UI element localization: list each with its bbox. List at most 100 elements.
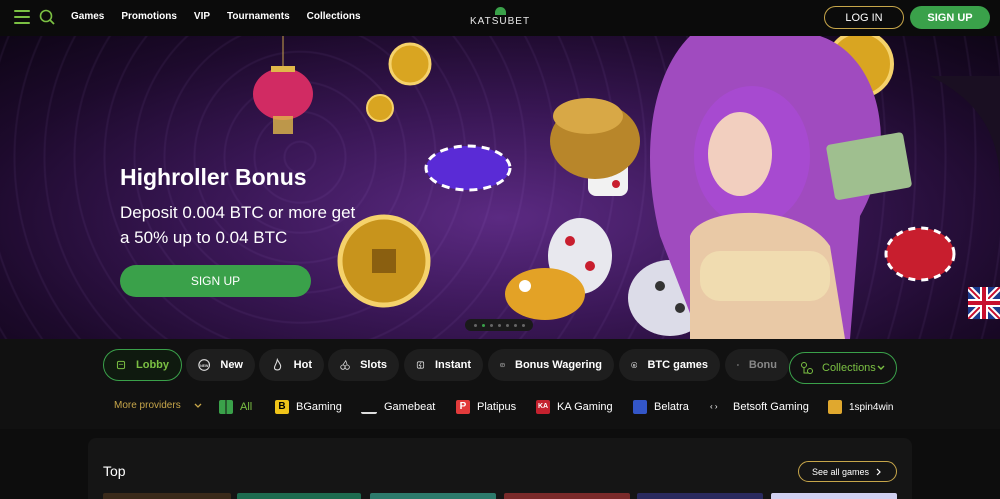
- category-label: New: [220, 359, 243, 371]
- logo[interactable]: KATSUBET: [470, 7, 530, 29]
- category-bonus-wagering[interactable]: Bonus Wagering: [488, 349, 614, 381]
- provider-label: Belatra: [654, 401, 689, 413]
- category-label: Slots: [360, 359, 387, 371]
- category-label: Bonu: [748, 359, 777, 371]
- hero-subtitle: Deposit 0.004 BTC or more get a 50% up t…: [120, 203, 356, 247]
- collections-dropdown[interactable]: Collections: [789, 352, 897, 384]
- provider-label: 1spin4win: [849, 401, 894, 413]
- carousel-dot[interactable]: [473, 323, 477, 327]
- carousel-dot[interactable]: [513, 323, 517, 327]
- casino-chip-icon: [884, 226, 956, 282]
- provider-ka-gaming[interactable]: KA KA Gaming: [536, 400, 613, 414]
- provider-label: KA Gaming: [557, 401, 613, 413]
- provider-label: BGaming: [296, 401, 342, 413]
- instant-icon: [416, 361, 425, 369]
- category-bonus[interactable]: Bonu: [725, 349, 789, 381]
- category-label: Bonus Wagering: [515, 359, 602, 371]
- game-thumbnail[interactable]: [370, 493, 496, 499]
- hero-title: Highroller Bonus: [120, 164, 307, 190]
- game-thumbnail[interactable]: [103, 493, 231, 499]
- carousel-dot[interactable]: [505, 323, 509, 327]
- grid-icon: [219, 400, 233, 414]
- category-btc-games[interactable]: B BTC games: [619, 349, 720, 381]
- section-title: Top: [103, 463, 126, 479]
- svg-text:B: B: [633, 363, 636, 367]
- provider-betsoft[interactable]: ‹ › Betsoft Gaming: [710, 400, 809, 414]
- collections-label: Collections: [822, 362, 876, 374]
- more-providers-label: More providers: [114, 400, 181, 411]
- provider-all[interactable]: All: [219, 400, 252, 414]
- uk-flag-icon[interactable]: [968, 287, 1000, 319]
- hero-signup-button[interactable]: SIGN UP: [120, 265, 311, 297]
- chevron-right-icon: [876, 468, 881, 475]
- belatra-logo-icon: [633, 400, 647, 414]
- gold-coin-icon: [366, 94, 394, 122]
- category-label: Hot: [293, 359, 312, 371]
- collections-icon: [801, 362, 813, 374]
- provider-label: Platipus: [477, 401, 517, 413]
- top-games-section: [88, 438, 912, 499]
- more-providers-dropdown[interactable]: More providers: [114, 400, 203, 411]
- menu-icon[interactable]: [14, 10, 30, 24]
- carousel-dot[interactable]: [481, 323, 485, 327]
- dragon-silhouette-illustration: [930, 76, 1000, 186]
- provider-label: Betsoft Gaming: [733, 401, 809, 413]
- logo-mark-icon: [495, 7, 506, 15]
- see-all-games-button[interactable]: See all games: [798, 461, 897, 482]
- platipus-logo-icon: P: [456, 400, 470, 414]
- golden-basket-icon: [550, 98, 640, 179]
- game-thumbnail[interactable]: [504, 493, 630, 499]
- carousel-dot[interactable]: [489, 323, 493, 327]
- carousel-dots: [465, 319, 533, 331]
- chevron-down-icon: [877, 365, 885, 370]
- provider-belatra[interactable]: Belatra: [633, 400, 689, 414]
- category-slots[interactable]: Slots: [328, 349, 399, 381]
- chevron-down-icon: [194, 403, 202, 408]
- carousel-dot[interactable]: [497, 323, 501, 327]
- new-badge-icon: NEW: [198, 359, 211, 371]
- provider-gamebeat[interactable]: Gamebeat: [361, 400, 435, 414]
- provider-label: Gamebeat: [384, 401, 436, 413]
- provider-1spin4win[interactable]: 1spin4win: [828, 400, 896, 414]
- bgaming-logo-icon: B: [275, 400, 289, 414]
- carousel-dot[interactable]: [521, 323, 525, 327]
- login-button[interactable]: LOG IN: [824, 6, 904, 29]
- provider-label: All: [240, 401, 253, 413]
- nav-tournaments[interactable]: Tournaments: [227, 11, 290, 22]
- wagering-icon: [500, 362, 505, 368]
- gamebeat-logo-icon: [361, 400, 377, 414]
- category-new[interactable]: NEW New: [186, 349, 255, 381]
- logo-text: KATSUBET: [470, 16, 531, 27]
- hero-banner: Highroller Bonus Deposit 0.004 BTC or mo…: [0, 36, 1000, 339]
- category-label: Lobby: [136, 359, 169, 371]
- category-lobby[interactable]: Lobby: [103, 349, 182, 381]
- game-thumbnail[interactable]: [637, 493, 763, 499]
- nav-promotions[interactable]: Promotions: [121, 11, 177, 22]
- svg-text:NEW: NEW: [200, 364, 209, 368]
- category-label: BTC games: [647, 359, 708, 371]
- search-icon[interactable]: [39, 9, 55, 25]
- signup-button[interactable]: SIGN UP: [910, 6, 990, 29]
- gift-icon: [737, 364, 739, 366]
- category-instant[interactable]: Instant: [404, 349, 483, 381]
- lantern-icon: [253, 36, 313, 134]
- category-hot[interactable]: Hot: [259, 349, 324, 381]
- bitcoin-icon: B: [631, 361, 638, 369]
- betsoft-logo-icon: ‹ ›: [710, 402, 718, 411]
- main-nav: Games Promotions VIP Tournaments Collect…: [71, 11, 378, 22]
- provider-bgaming[interactable]: B BGaming: [275, 400, 342, 414]
- game-thumbnail[interactable]: [771, 493, 897, 499]
- ka-gaming-logo-icon: KA: [536, 400, 550, 414]
- category-label: Instant: [434, 359, 471, 371]
- gold-coin-icon: [388, 42, 432, 86]
- provider-platipus[interactable]: P Platipus: [456, 400, 516, 414]
- nav-vip[interactable]: VIP: [194, 11, 210, 22]
- lobby-icon: [116, 360, 126, 370]
- game-thumbnail[interactable]: [237, 493, 361, 499]
- nav-games[interactable]: Games: [71, 11, 104, 22]
- nav-collections[interactable]: Collections: [307, 11, 361, 22]
- see-all-label: See all games: [811, 466, 870, 477]
- golden-fish-icon: [505, 268, 585, 320]
- top-bar: Games Promotions VIP Tournaments Collect…: [0, 0, 1000, 36]
- cherries-icon: [340, 359, 350, 370]
